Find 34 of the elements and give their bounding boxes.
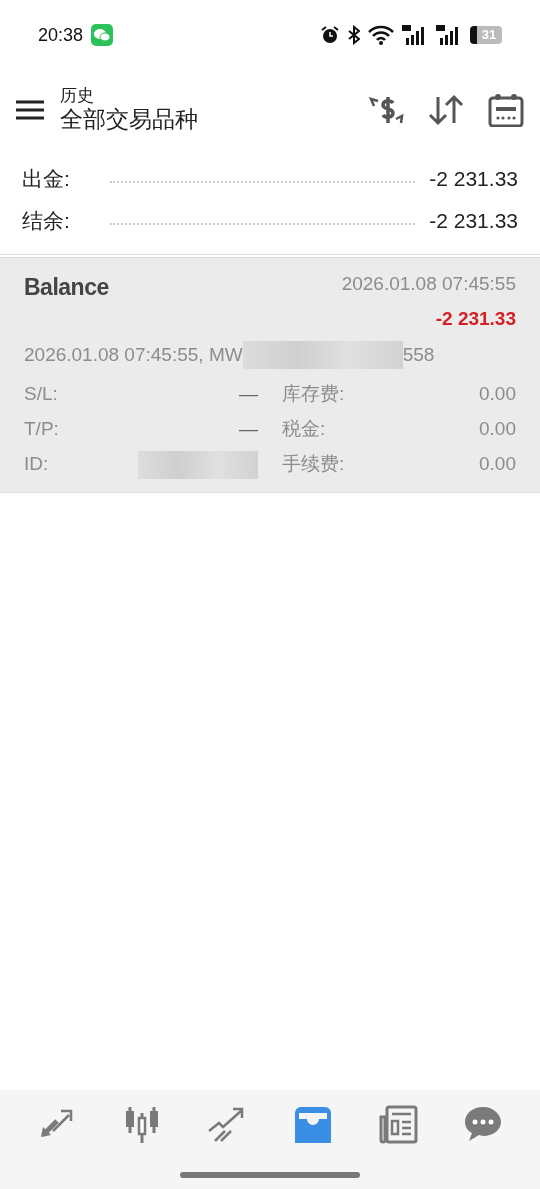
screen-subtitle: 全部交易品种	[60, 105, 199, 134]
deal-card[interactable]: Balance 2026.01.08 07:45:55 -2 231.33 2026.01.08 07:45:55, MW 558 S/L: — 库存费: 0.00 T/P: — 税金: 0.00 ID: 手续费: 0.00	[0, 258, 540, 493]
field-value: 0.00	[479, 417, 516, 442]
deal-time: 2026.01.08 07:45:55	[341, 272, 516, 296]
newspaper-icon[interactable]	[377, 1105, 418, 1145]
field-value: 0.00	[479, 382, 516, 407]
field-label: 库存费:	[282, 382, 345, 407]
field-value: 0.00	[479, 452, 516, 477]
summary-value: -2 231.33	[429, 208, 518, 235]
field-label: 手续费:	[282, 452, 345, 477]
menu-icon[interactable]	[16, 99, 44, 121]
field-label: S/L:	[24, 382, 58, 407]
wifi-icon	[368, 25, 394, 45]
inbox-icon[interactable]	[292, 1105, 333, 1145]
deal-type: Balance	[24, 273, 109, 302]
field-value: —	[239, 382, 258, 407]
summary-label: 出金:	[22, 166, 70, 193]
field-value: —	[239, 417, 258, 442]
deal-comment-tail: 558	[402, 342, 435, 367]
summary-label: 结余:	[22, 208, 70, 235]
clock: 20:38	[38, 23, 84, 47]
field-label: T/P:	[24, 417, 59, 442]
deal-amount: -2 231.33	[435, 306, 516, 331]
alarm-icon	[320, 25, 340, 45]
sort-icon[interactable]	[428, 93, 464, 127]
chat-app-icon	[91, 24, 114, 46]
deal-comment: 2026.01.08 07:45:55, MW	[24, 342, 243, 367]
screen-title: 历史	[60, 86, 95, 106]
bluetooth-icon	[348, 25, 360, 45]
calendar-icon[interactable]	[488, 93, 524, 127]
field-label: ID:	[24, 452, 49, 477]
battery-level: 31	[481, 26, 497, 45]
summary-value: -2 231.33	[429, 166, 518, 193]
field-label: 税金:	[282, 417, 326, 442]
